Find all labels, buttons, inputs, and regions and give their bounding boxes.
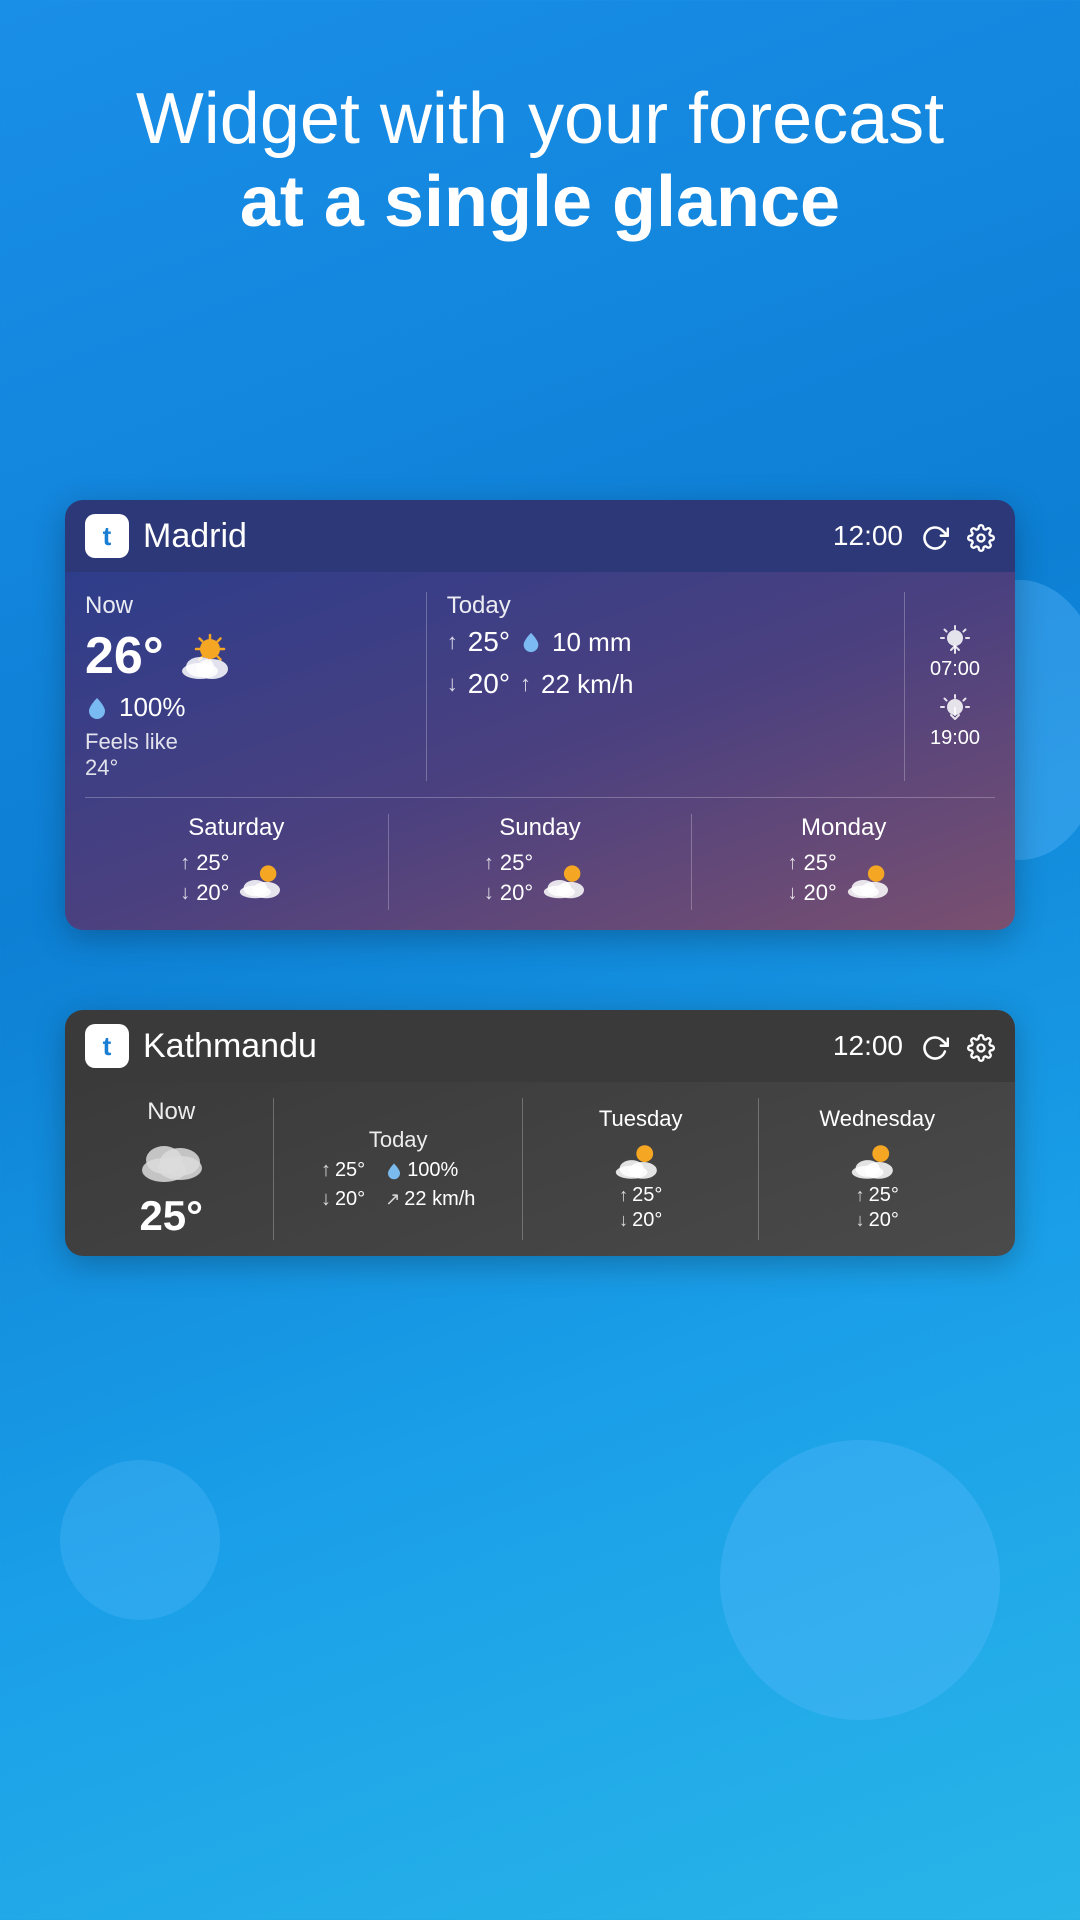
water-drop-icon [85,696,109,720]
kathmandu-settings-icon[interactable] [967,1030,995,1062]
sunday-label: Sunday [499,814,580,842]
kathmandu-header-right: 12:00 [833,1030,995,1062]
sunset-icon [937,693,973,723]
sunrise-icon [937,624,973,654]
madrid-today-low-row: ↓ 20° ↑ 22 km/h [447,668,884,700]
madrid-top-row: Now 26° [65,572,1015,797]
kathmandu-widget: t Kathmandu 12:00 Now [65,1010,1015,1256]
kathmandu-now-temp: 25° [139,1192,203,1240]
bg-circle-bottom-left [60,1460,220,1620]
monday-temps: ↑ 25° ↓ 20° [788,850,837,910]
madrid-today-low: 20° [468,668,510,700]
wednesday-temps: ↑ 25° ↓ 20° [856,1184,899,1232]
wednesday-label: Wednesday [819,1106,935,1132]
wednesday-weather-icon [849,1140,905,1184]
kathmandu-top-row: Now 25° Today ↑ 25° [65,1082,1015,1256]
madrid-today-high: 25° [468,626,510,658]
kathmandu-time: 12:00 [833,1030,903,1062]
madrid-sunrise-section: 07:00 19:00 [905,592,995,781]
madrid-today-label: Today [447,592,884,620]
hero-line2: at a single glance [60,159,1020,245]
kathmandu-now-label: Now [147,1098,195,1126]
madrid-forecast-saturday: Saturday ↑ 25° ↓ 20° [85,814,388,910]
kathmandu-cloudy-icon [136,1132,206,1184]
kathmandu-today-temps: ↑ 25° ↓ 20° [321,1159,365,1211]
madrid-forecast-monday: Monday ↑ 25° ↓ 20° [692,814,995,910]
kathmandu-header-left: t Kathmandu [85,1024,317,1068]
sunday-temps: ↑ 25° ↓ 20° [484,850,533,910]
madrid-sunset-time: 19:00 [930,727,980,750]
kathmandu-city-name: Kathmandu [143,1027,317,1066]
hero-title: Widget with your forecast at a single gl… [0,80,1080,246]
madrid-now-section: Now 26° [85,592,427,781]
madrid-now-label: Now [85,592,406,620]
kathmandu-body: Now 25° Today ↑ 25° [65,1082,1015,1256]
monday-label: Monday [801,814,886,842]
saturday-temps: ↑ 25° ↓ 20° [180,850,229,910]
kathmandu-now: Now 25° [85,1098,274,1240]
madrid-city-name: Madrid [143,517,247,556]
kathmandu-refresh-icon[interactable] [921,1030,949,1062]
madrid-body: Now 26° [65,572,1015,930]
rain-drop-icon [385,1162,403,1180]
madrid-now-humidity: 100% [119,692,186,723]
kathmandu-tuesday: Tuesday ↑ 25° ↓ 20° [523,1098,760,1240]
madrid-header-right: 12:00 [833,520,995,552]
madrid-forecast-sunday: Sunday ↑ 25° ↓ 20° [389,814,692,910]
settings-icon[interactable] [967,520,995,552]
monday-weather-icon [845,859,900,901]
kathmandu-today-conditions: 100% ↗ 22 km/h [385,1159,475,1211]
sunday-weather-icon [541,859,596,901]
app-logo-madrid: t [85,514,129,558]
madrid-today-section: Today ↑ 25° 10 mm ↓ 20° ↑ 22 km/h [427,592,905,781]
madrid-now-temp: 26° [85,626,406,686]
tuesday-weather-icon [613,1140,669,1184]
saturday-label: Saturday [188,814,284,842]
kathmandu-today: Today ↑ 25° ↓ 20° [274,1098,523,1240]
madrid-today-wind: 22 km/h [541,669,634,700]
partly-cloudy-icon-madrid [178,631,238,681]
madrid-widget: t Madrid 12:00 N [65,500,1015,930]
madrid-sunrise-time: 07:00 [930,658,980,681]
tuesday-label: Tuesday [599,1106,683,1132]
madrid-forecast-row: Saturday ↑ 25° ↓ 20° [85,798,995,930]
madrid-feels-like: Feels like 24° [85,729,406,781]
saturday-weather-icon [237,859,292,901]
bg-circle-bottom-right [720,1440,1000,1720]
madrid-today-high-row: ↑ 25° 10 mm [447,626,884,658]
app-logo-kathmandu: t [85,1024,129,1068]
madrid-header: t Madrid 12:00 [65,500,1015,572]
kathmandu-header: t Kathmandu 12:00 [65,1010,1015,1082]
kathmandu-wednesday: Wednesday ↑ 25° ↓ 20° [759,1098,995,1240]
madrid-today-rain: 10 mm [552,627,631,658]
madrid-time: 12:00 [833,520,903,552]
refresh-icon[interactable] [921,520,949,552]
rain-icon-today [520,631,542,653]
kathmandu-today-label: Today [369,1127,428,1153]
hero-line1: Widget with your forecast [60,80,1020,159]
tuesday-temps: ↑ 25° ↓ 20° [619,1184,662,1232]
madrid-header-left: t Madrid [85,514,247,558]
